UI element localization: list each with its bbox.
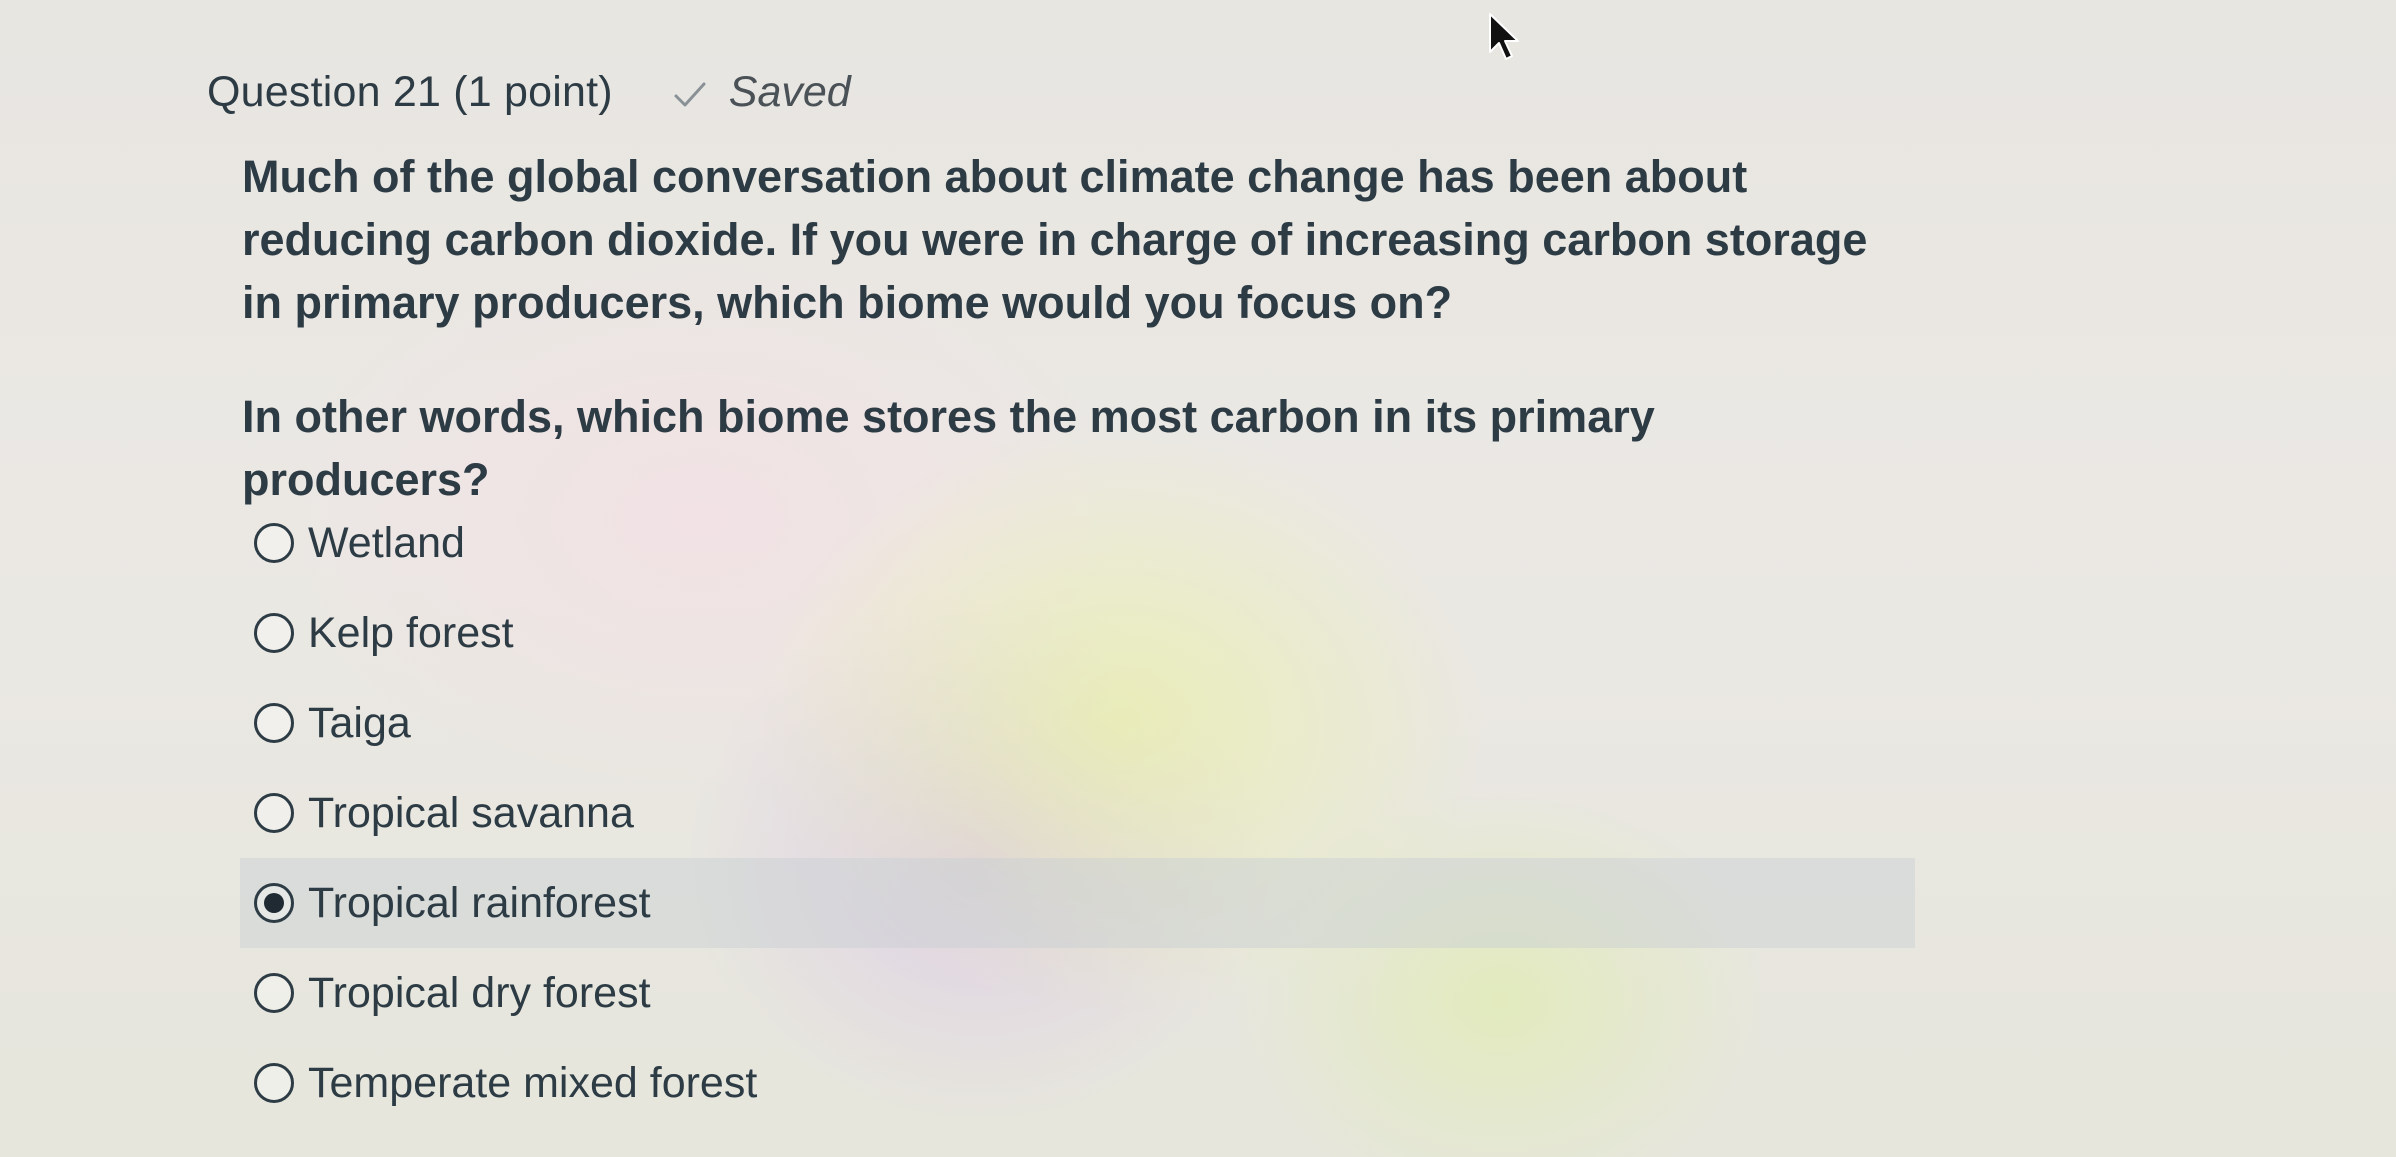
answer-option-label: Wetland	[308, 518, 465, 567]
question-title: Question 21 (1 point)	[207, 68, 613, 116]
radio-button[interactable]	[254, 793, 294, 833]
question-prompt-rephrased: In other words, which biome stores the m…	[242, 391, 1655, 505]
answer-option-label: Kelp forest	[308, 608, 514, 657]
saved-status: Saved	[673, 68, 851, 117]
answer-option-label: Taiga	[308, 698, 411, 747]
answer-option-temperate-mixed-forest[interactable]: Temperate mixed forest	[240, 1038, 1915, 1128]
radio-button[interactable]	[254, 613, 294, 653]
radio-button[interactable]	[254, 523, 294, 563]
answer-option-label: Tropical rainforest	[308, 878, 651, 927]
answer-options: Wetland Kelp forest Taiga Tropical savan…	[240, 498, 1915, 1128]
question-header: Question 21 (1 point) Saved	[207, 68, 851, 117]
check-icon	[674, 82, 706, 107]
answer-option-tropical-savanna[interactable]: Tropical savanna	[240, 768, 1915, 858]
answer-option-label: Tropical savanna	[308, 788, 634, 837]
answer-option-tropical-rainforest[interactable]: Tropical rainforest	[240, 858, 1915, 948]
answer-option-tropical-dry-forest[interactable]: Tropical dry forest	[240, 948, 1915, 1038]
answer-option-label: Tropical dry forest	[308, 968, 651, 1017]
radio-selected-dot	[264, 893, 284, 913]
quiz-page: Question 21 (1 point) Saved Much of the …	[0, 0, 2396, 1157]
question-prompt: Much of the global conversation about cl…	[242, 151, 1868, 328]
radio-button[interactable]	[254, 973, 294, 1013]
mouse-cursor-icon	[1489, 13, 1519, 60]
answer-option-wetland[interactable]: Wetland	[240, 498, 1915, 588]
answer-option-label: Temperate mixed forest	[308, 1058, 758, 1107]
radio-button[interactable]	[254, 1063, 294, 1103]
radio-button[interactable]	[254, 703, 294, 743]
answer-option-kelp-forest[interactable]: Kelp forest	[240, 588, 1915, 678]
answer-option-taiga[interactable]: Taiga	[240, 678, 1915, 768]
radio-button-selected[interactable]	[254, 883, 294, 923]
saved-label: Saved	[728, 68, 851, 116]
